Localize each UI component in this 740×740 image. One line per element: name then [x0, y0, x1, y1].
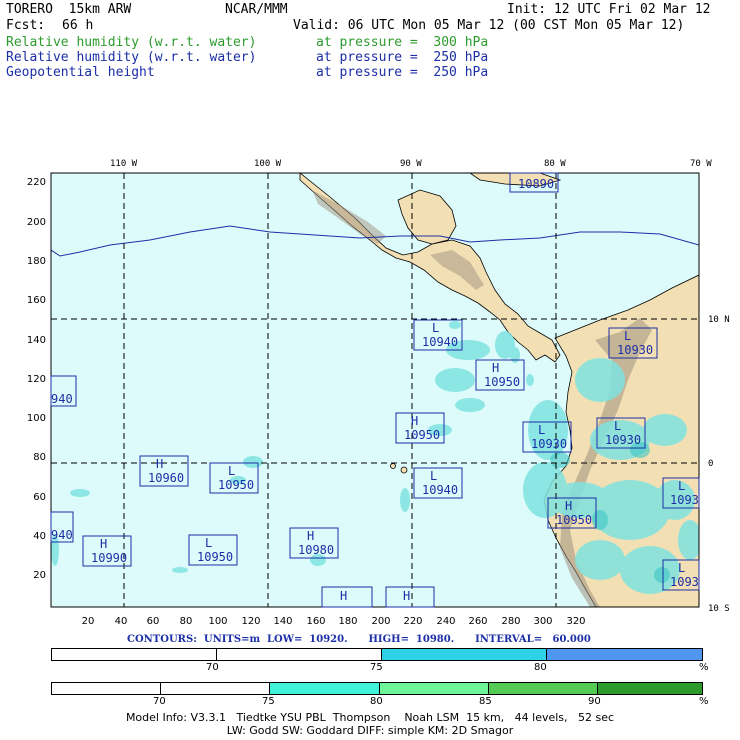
legend2-label: 90 [588, 696, 601, 707]
legend1-label: 70 [206, 662, 219, 673]
x-tick: 240 [436, 616, 455, 627]
svg-text:H: H [156, 457, 163, 471]
legend2-unit: % [699, 696, 709, 707]
legend-swatch [161, 683, 271, 694]
svg-text:H: H [403, 589, 410, 603]
svg-text:L: L [678, 479, 685, 493]
svg-text:10960: 10960 [148, 471, 184, 485]
svg-text:L: L [678, 561, 685, 575]
legend1-label: 80 [534, 662, 547, 673]
lon-label: 70 W [690, 159, 712, 169]
svg-text:10950: 10950 [556, 513, 592, 527]
legend-swatch [382, 649, 548, 660]
svg-text:L: L [228, 464, 235, 478]
svg-text:1093: 1093 [670, 493, 699, 507]
y-tick: 20 [33, 570, 46, 581]
lat-label: 0 [708, 459, 713, 469]
x-tick: 260 [468, 616, 487, 627]
svg-text:L: L [538, 423, 545, 437]
svg-text:940: 940 [51, 392, 73, 406]
y-tick: 120 [27, 374, 46, 385]
svg-text:10940: 10940 [422, 483, 458, 497]
y-tick: 40 [33, 531, 46, 542]
svg-text:L: L [430, 469, 437, 483]
model-physics: LW: Godd SW: Goddard DIFF: simple KM: 2D… [226, 724, 514, 737]
svg-text:L: L [614, 419, 621, 433]
weather-map: 110 W 100 W 90 W 80 W 70 W 10 N 0 10 S 2… [27, 159, 730, 627]
svg-text:10930: 10930 [617, 343, 653, 357]
legend2-label: 80 [370, 696, 383, 707]
legend-swatch [52, 649, 218, 660]
legend1-unit: % [699, 662, 709, 673]
lon-label: 80 W [544, 159, 566, 169]
lon-label: 90 W [400, 159, 422, 169]
x-tick: 160 [306, 616, 325, 627]
y-tick: 200 [27, 217, 46, 228]
legend-swatch [547, 649, 702, 660]
x-tick: 80 [180, 616, 193, 627]
y-tick: 60 [33, 492, 46, 503]
x-tick: 20 [82, 616, 95, 627]
svg-text:10950: 10950 [218, 478, 254, 492]
lon-label: 110 W [110, 159, 138, 169]
legend2-label: 85 [479, 696, 492, 707]
svg-text:H: H [565, 499, 572, 513]
svg-text:10990: 10990 [91, 551, 127, 565]
lon-label: 100 W [254, 159, 282, 169]
island-galapagos-2 [400, 466, 408, 474]
y-tick: 160 [27, 295, 46, 306]
x-tick: 280 [501, 616, 520, 627]
lat-label: 10 N [708, 315, 730, 325]
legend2-label: 70 [153, 696, 166, 707]
legend2-label: 75 [262, 696, 275, 707]
legend1-label: 75 [370, 662, 383, 673]
contours-info: CONTOURS: UNITS=m LOW= 10920. HIGH= 1098… [127, 634, 591, 645]
legend-swatch [217, 649, 383, 660]
legend-swatch [379, 683, 489, 694]
svg-text:H: H [492, 361, 499, 375]
model-info: Model Info: V3.3.1 Tiedtke YSU PBL Thomp… [125, 711, 615, 724]
x-tick: 200 [371, 616, 390, 627]
svg-text:940: 940 [51, 528, 73, 542]
svg-text:10890: 10890 [518, 177, 554, 191]
svg-text:H: H [100, 537, 107, 551]
legend-swatch [597, 683, 702, 694]
svg-text:L: L [624, 329, 631, 343]
legend-swatch [52, 683, 162, 694]
svg-text:L: L [205, 536, 212, 550]
svg-text:L: L [432, 321, 439, 335]
y-tick: 140 [27, 335, 46, 346]
lat-label: 10 S [708, 604, 730, 614]
y-tick: 180 [27, 256, 46, 267]
svg-text:1093: 1093 [670, 575, 699, 589]
legend-swatch [488, 683, 598, 694]
y-tick: 80 [33, 452, 46, 463]
y-tick: 100 [27, 413, 46, 424]
legend-swatch [270, 683, 380, 694]
x-tick: 140 [273, 616, 292, 627]
island-galapagos-1 [390, 463, 396, 469]
x-tick: 60 [147, 616, 160, 627]
svg-text:H: H [307, 529, 314, 543]
y-tick: 220 [27, 177, 46, 188]
x-tick: 300 [533, 616, 552, 627]
x-tick: 320 [566, 616, 585, 627]
svg-text:10930: 10930 [605, 433, 641, 447]
legend-bar-rh250 [51, 648, 703, 661]
svg-text:10950: 10950 [404, 428, 440, 442]
svg-text:H: H [411, 414, 418, 428]
x-tick: 220 [403, 616, 422, 627]
svg-text:10930: 10930 [531, 437, 567, 451]
legend-bar-rh300 [51, 682, 703, 695]
x-tick: 100 [208, 616, 227, 627]
svg-text:10940: 10940 [422, 335, 458, 349]
svg-text:10980: 10980 [298, 543, 334, 557]
svg-text:H: H [340, 589, 347, 603]
svg-text:10950: 10950 [484, 375, 520, 389]
svg-text:10950: 10950 [197, 550, 233, 564]
x-tick: 120 [241, 616, 260, 627]
x-tick: 40 [115, 616, 128, 627]
x-tick: 180 [338, 616, 357, 627]
